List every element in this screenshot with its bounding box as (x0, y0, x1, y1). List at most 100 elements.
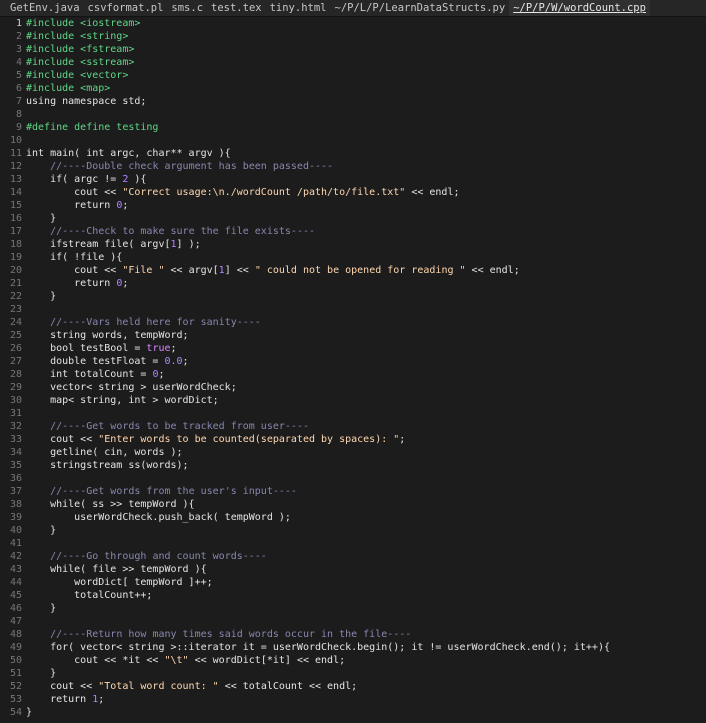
code-token: #include <vector> (26, 70, 129, 81)
code-line[interactable]: 2 #include <string> (0, 30, 706, 43)
code-line[interactable]: 54} (0, 706, 706, 719)
code-line[interactable]: 39 userWordCheck.push_back( tempWord ); (0, 511, 706, 524)
code-line[interactable]: 21 return 0; (0, 277, 706, 290)
code-line[interactable]: 25 string words, tempWord; (0, 329, 706, 342)
code-token: for( vector< string >::iterator it = use… (26, 642, 610, 653)
code-line[interactable]: 13 if( argc != 2 ){ (0, 173, 706, 186)
code-line[interactable]: 17 //----Check to make sure the file exi… (0, 225, 706, 238)
tab-sms-c[interactable]: sms.c (167, 0, 207, 16)
code-line[interactable]: 51 } (0, 667, 706, 680)
code-line[interactable]: 10 (0, 134, 706, 147)
code-line[interactable]: 22 } (0, 290, 706, 303)
code-line[interactable]: 12 //----Double check argument has been … (0, 160, 706, 173)
line-text: return 0; (26, 199, 128, 212)
tab-csvformat-pl[interactable]: csvformat.pl (84, 0, 168, 16)
line-number: 40 (9, 525, 22, 536)
code-token: double testFloat = (26, 356, 165, 367)
status-cursor-marker (0, 711, 6, 723)
line-text: wordDict[ tempWord ]++; (26, 576, 212, 589)
code-line[interactable]: 45 totalCount++; (0, 589, 706, 602)
line-text: vector< string > userWordCheck; (26, 381, 237, 394)
code-area[interactable]: 1 #include <iostream> 2 #include <string> 3 #… (0, 17, 706, 719)
code-line[interactable]: 46 } (0, 602, 706, 615)
code-token: //----Check to make sure the file exists… (50, 226, 315, 237)
code-line[interactable]: 18 ifstream file( argv[1] ); (0, 238, 706, 251)
code-line[interactable]: 6 #include <map> (0, 82, 706, 95)
line-text: cout << "File " << argv[1] << " could no… (26, 264, 520, 277)
line-number: 9 (15, 122, 22, 133)
code-line[interactable]: 44 wordDict[ tempWord ]++; (0, 576, 706, 589)
code-line[interactable]: 41 (0, 537, 706, 550)
code-line[interactable]: 31 (0, 407, 706, 420)
tab-test-tex[interactable]: test.tex (207, 0, 266, 16)
tab-p-p-w-wordcount-cpp[interactable]: ~/P/P/W/wordCount.cpp (509, 0, 650, 16)
line-number: 44 (9, 577, 22, 588)
tab-getenv-java[interactable]: GetEnv.java (6, 0, 84, 16)
code-line[interactable]: 9 #define define testing (0, 121, 706, 134)
code-token: #include <string> (26, 31, 129, 42)
line-number: 30 (9, 395, 22, 406)
code-line[interactable]: 32 //----Get words to be tracked from us… (0, 420, 706, 433)
code-line[interactable]: 37 //----Get words from the user's input… (0, 485, 706, 498)
code-token: userWordCheck.push_back( tempWord ); (26, 512, 291, 523)
code-line[interactable]: 42 //----Go through and count words---- (0, 550, 706, 563)
code-line[interactable]: 30 map< string, int > wordDict; (0, 394, 706, 407)
code-line[interactable]: 26 bool testBool = true; (0, 342, 706, 355)
code-token: true (146, 343, 171, 354)
code-line[interactable]: 49 for( vector< string >::iterator it = … (0, 641, 706, 654)
code-line[interactable]: 15 return 0; (0, 199, 706, 212)
code-line[interactable]: 7 using namespace std; (0, 95, 706, 108)
line-number: 20 (9, 265, 22, 276)
line-number: 37 (9, 486, 22, 497)
code-line[interactable]: 16 } (0, 212, 706, 225)
tab-p-l-p-learndatastructs-py[interactable]: ~/P/L/P/LearnDataStructs.py (331, 0, 510, 16)
code-line[interactable]: 23 (0, 303, 706, 316)
code-line[interactable]: 52 cout << "Total word count: " << total… (0, 680, 706, 693)
line-text: #include <map> (26, 82, 110, 95)
code-line[interactable]: 33 cout << "Enter words to be counted(se… (0, 433, 706, 446)
code-line[interactable]: 19 if( !file ){ (0, 251, 706, 264)
line-number: 29 (9, 382, 22, 393)
code-line[interactable]: 50 cout << *it << "\t" << wordDict[*it] … (0, 654, 706, 667)
code-line[interactable]: 11 int main( int argc, char** argv ){ (0, 147, 706, 160)
code-line[interactable]: 24 //----Vars held here for sanity---- (0, 316, 706, 329)
line-number: 18 (9, 239, 22, 250)
line-number: 8 (15, 109, 22, 120)
code-line[interactable]: 38 while( ss >> tempWord ){ (0, 498, 706, 511)
code-line[interactable]: 20 cout << "File " << argv[1] << " could… (0, 264, 706, 277)
code-line[interactable]: 14 cout << "Correct usage:\n./wordCount … (0, 186, 706, 199)
code-line[interactable]: 29 vector< string > userWordCheck; (0, 381, 706, 394)
code-line[interactable]: 43 while( file >> tempWord ){ (0, 563, 706, 576)
line-number: 15 (9, 200, 22, 211)
code-token: ; (122, 200, 129, 211)
code-line[interactable]: 40 } (0, 524, 706, 537)
code-line[interactable]: 53 return 1; (0, 693, 706, 706)
code-line[interactable]: 28 int totalCount = 0; (0, 368, 706, 381)
line-text: while( file >> tempWord ){ (26, 563, 207, 576)
code-line[interactable]: 35 stringstream ss(words); (0, 459, 706, 472)
code-line[interactable]: 5 #include <vector> (0, 69, 706, 82)
code-token: totalCount++; (26, 590, 153, 601)
code-token: } (26, 668, 57, 679)
line-number: 46 (9, 603, 22, 614)
code-line[interactable]: 36 (0, 472, 706, 485)
code-line[interactable]: 47 (0, 615, 706, 628)
code-token: } (26, 707, 33, 718)
line-text: //----Get words from the user's input---… (26, 485, 297, 498)
line-number: 22 (9, 291, 22, 302)
code-line[interactable]: 1 #include <iostream> (0, 17, 706, 30)
code-line[interactable]: 4 #include <sstream> (0, 56, 706, 69)
code-token: if( argc != (26, 174, 123, 185)
line-text: //----Check to make sure the file exists… (26, 225, 315, 238)
tab-tiny-html[interactable]: tiny.html (266, 0, 331, 16)
code-line[interactable]: 34 getline( cin, words ); (0, 446, 706, 459)
code-token: getline( cin, words ); (26, 447, 183, 458)
code-line[interactable]: 8 (0, 108, 706, 121)
code-token: //----Go through and count words---- (50, 551, 267, 562)
code-line[interactable]: 27 double testFloat = 0.0; (0, 355, 706, 368)
line-text: #include <sstream> (26, 56, 134, 69)
code-line[interactable]: 3 #include <fstream> (0, 43, 706, 56)
line-number: 4 (15, 57, 22, 68)
code-line[interactable]: 48 //----Return how many times said word… (0, 628, 706, 641)
